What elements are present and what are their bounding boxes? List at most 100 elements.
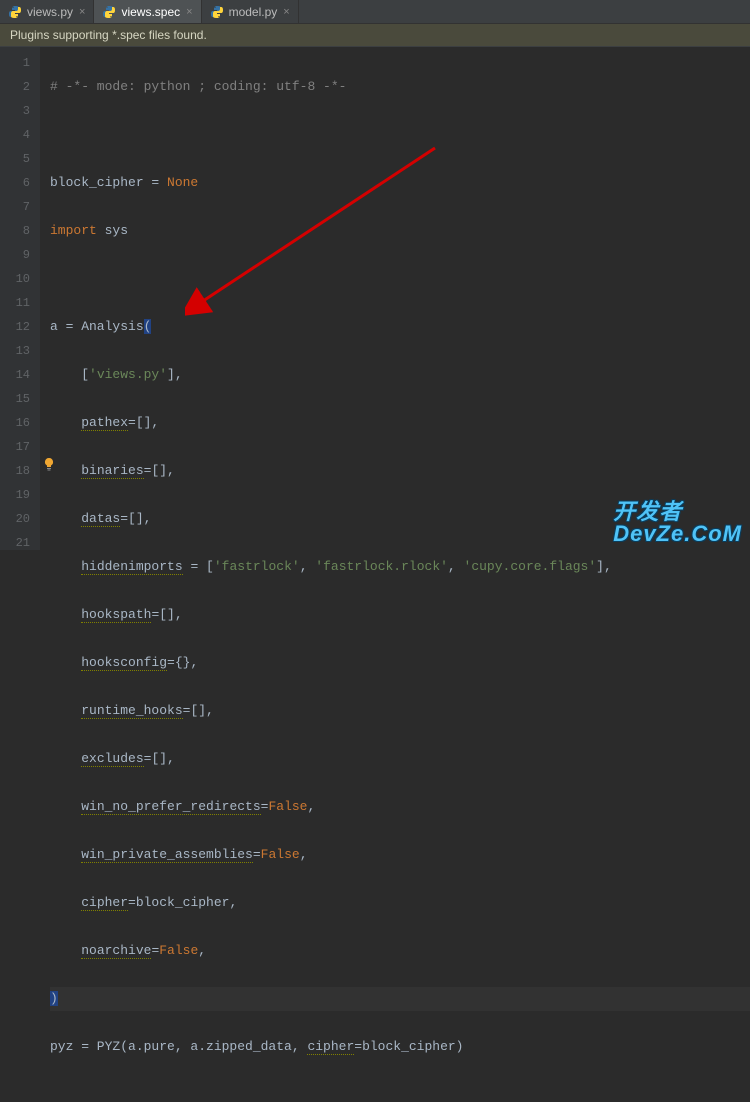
code-text: False	[159, 943, 198, 958]
close-icon[interactable]: ×	[186, 6, 192, 18]
code-text: cipher	[81, 895, 128, 911]
tab-label: views.py	[27, 5, 73, 19]
python-file-icon	[8, 5, 22, 19]
code-text: ],	[596, 559, 612, 574]
code-text: =[],	[144, 463, 175, 478]
code-text: 'fastrlock.rlock'	[315, 559, 448, 574]
line-number: 5	[0, 147, 30, 171]
code-text: None	[167, 175, 198, 190]
line-number: 18	[0, 459, 30, 483]
code-text: 'fastrlock'	[214, 559, 300, 574]
code-text: hookspath	[81, 607, 151, 623]
code-text: win_no_prefer_redirects	[81, 799, 260, 815]
notification-banner[interactable]: Plugins supporting *.spec files found.	[0, 24, 750, 47]
code-text	[50, 703, 81, 718]
code-text: =[],	[151, 607, 182, 622]
code-text: =[],	[144, 751, 175, 766]
line-number: 6	[0, 171, 30, 195]
code-text: win_private_assemblies	[81, 847, 253, 863]
code-text: =	[261, 799, 269, 814]
code-text: runtime_hooks	[81, 703, 182, 719]
code-text: =block_cipher)	[354, 1039, 463, 1054]
line-number: 10	[0, 267, 30, 291]
code-text	[50, 655, 81, 670]
code-text: hiddenimports	[81, 559, 182, 575]
line-number: 20	[0, 507, 30, 531]
code-text: ,	[448, 559, 464, 574]
line-number: 16	[0, 411, 30, 435]
code-text: binaries	[81, 463, 143, 479]
line-number: 4	[0, 123, 30, 147]
code-text: [	[50, 367, 89, 382]
banner-text: Plugins supporting *.spec files found.	[10, 28, 207, 42]
line-number: 14	[0, 363, 30, 387]
line-gutter: 1 2 3 4 5 6 7 8 9 10 11 12 13 14 15 16 1…	[0, 47, 40, 550]
code-text: ,	[307, 799, 315, 814]
line-number: 8	[0, 219, 30, 243]
line-number: 1	[0, 51, 30, 75]
code-text: import	[50, 223, 97, 238]
line-number: 17	[0, 435, 30, 459]
code-text	[50, 415, 81, 430]
editor-tabs: views.py × views.spec × model.py ×	[0, 0, 750, 24]
tab-label: views.spec	[121, 5, 180, 19]
code-text	[50, 847, 81, 862]
intention-bulb-icon[interactable]	[42, 457, 56, 471]
line-number: 21	[0, 531, 30, 555]
code-text: )	[50, 991, 58, 1006]
code-text: ,	[198, 943, 206, 958]
code-text: # -*- mode: python ; coding: utf-8 -*-	[50, 79, 346, 94]
code-text: a = Analysis	[50, 319, 144, 334]
line-number: 2	[0, 75, 30, 99]
code-text	[50, 559, 81, 574]
code-text: pathex	[81, 415, 128, 431]
python-file-icon	[102, 5, 116, 19]
code-text	[50, 799, 81, 814]
line-number: 13	[0, 339, 30, 363]
code-text: datas	[81, 511, 120, 527]
code-content[interactable]: # -*- mode: python ; coding: utf-8 -*- b…	[40, 47, 750, 550]
tab-views-spec[interactable]: views.spec ×	[94, 0, 201, 23]
close-icon[interactable]: ×	[79, 6, 85, 18]
code-text	[50, 943, 81, 958]
line-number: 3	[0, 99, 30, 123]
line-number: 15	[0, 387, 30, 411]
code-text	[50, 511, 81, 526]
code-text: =	[151, 943, 159, 958]
line-number: 9	[0, 243, 30, 267]
code-text: False	[261, 847, 300, 862]
code-text: =[],	[128, 415, 159, 430]
line-number: 11	[0, 291, 30, 315]
code-text: ],	[167, 367, 183, 382]
close-icon[interactable]: ×	[283, 6, 289, 18]
code-text: block_cipher =	[50, 175, 167, 190]
code-text: ,	[300, 847, 308, 862]
code-text: =	[253, 847, 261, 862]
code-text: =[],	[183, 703, 214, 718]
code-text: False	[268, 799, 307, 814]
code-text: 'cupy.core.flags'	[464, 559, 597, 574]
tab-model-py[interactable]: model.py ×	[202, 0, 299, 23]
python-file-icon	[210, 5, 224, 19]
code-text: sys	[97, 223, 128, 238]
line-number: 12	[0, 315, 30, 339]
code-text	[50, 751, 81, 766]
code-text: hooksconfig	[81, 655, 167, 671]
tab-views-py[interactable]: views.py ×	[0, 0, 94, 23]
code-text: excludes	[81, 751, 143, 767]
code-text: =[],	[120, 511, 151, 526]
code-text: noarchive	[81, 943, 151, 959]
tab-label: model.py	[229, 5, 278, 19]
code-text	[50, 895, 81, 910]
code-text: = [	[183, 559, 214, 574]
code-text: 'views.py'	[89, 367, 167, 382]
code-text: ,	[300, 559, 316, 574]
code-text: =block_cipher,	[128, 895, 237, 910]
editor-area: 1 2 3 4 5 6 7 8 9 10 11 12 13 14 15 16 1…	[0, 47, 750, 550]
code-text: ={},	[167, 655, 198, 670]
code-text: cipher	[307, 1039, 354, 1055]
code-text: pyz = PYZ(a.pure, a.zipped_data,	[50, 1039, 307, 1054]
line-number: 19	[0, 483, 30, 507]
code-text: (	[144, 319, 152, 334]
line-number: 7	[0, 195, 30, 219]
